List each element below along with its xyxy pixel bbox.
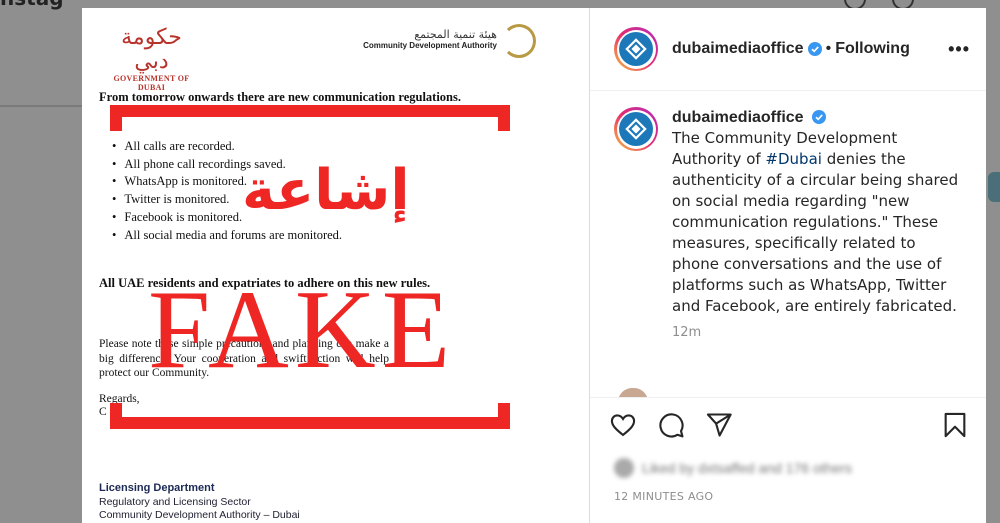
background-page-title: nstag <box>0 0 64 10</box>
document-heading: From tomorrow onwards there are new comm… <box>99 90 461 104</box>
hashtag-link[interactable]: #Dubai <box>765 150 822 168</box>
comments-section: dubaimediaoffice The Community Developme… <box>590 91 986 397</box>
avatar[interactable] <box>614 27 658 71</box>
post-header: dubaimediaoffice • Following ••• <box>590 8 986 91</box>
like-button[interactable] <box>608 410 638 440</box>
list-item: All calls are recorded. <box>112 138 342 156</box>
caption-username[interactable]: dubaimediaoffice <box>672 109 804 126</box>
caption-avatar[interactable] <box>614 107 658 151</box>
government-of-dubai-logo: حكومة دبي GOVERNMENT OF DUBAI <box>104 25 199 93</box>
cda-logo-arabic: هيئة تنمية المجتمع <box>414 28 497 41</box>
dubai-media-office-logo-icon <box>625 38 647 60</box>
share-icon <box>706 412 732 437</box>
document-footer: Licensing Department Regulatory and Lice… <box>99 482 300 523</box>
stamp-arabic-rumor: إشاعة <box>242 158 410 223</box>
footer-authority: Community Development Authority – Dubai <box>99 509 300 521</box>
action-bar <box>590 397 986 451</box>
following-button[interactable]: Following <box>835 40 910 58</box>
post-time-ago[interactable]: 12 MINUTES AGO <box>614 490 713 503</box>
cda-logo-english: Community Development Authority <box>363 41 497 50</box>
caption-body-end: denies the authenticity of a circular be… <box>672 150 959 315</box>
header-separator: • <box>825 40 832 57</box>
stamp-frame-bottom <box>110 403 510 429</box>
likes-text: Liked by dxtsaffed and 176 others <box>642 460 852 476</box>
next-comment-avatar[interactable] <box>618 388 648 397</box>
stamp-frame-top <box>110 105 510 131</box>
comment-icon <box>659 412 684 438</box>
bookmark-icon <box>944 412 966 437</box>
verified-badge-icon <box>807 42 822 56</box>
header-username[interactable]: dubaimediaoffice <box>672 40 804 58</box>
cda-emblem-icon <box>502 24 536 58</box>
caption-timestamp[interactable]: 12m <box>672 325 970 340</box>
verified-badge-icon <box>812 110 827 124</box>
post-modal: حكومة دبي GOVERNMENT OF DUBAI هيئة تنمية… <box>82 8 986 523</box>
background-divider <box>0 105 82 107</box>
footer-department: Licensing Department <box>99 482 215 494</box>
dubai-media-office-logo-icon <box>625 118 647 140</box>
more-options-icon[interactable]: ••• <box>948 39 970 60</box>
gov-logo-arabic: حكومة دبي <box>121 25 182 74</box>
cda-logo: هيئة تنمية المجتمع Community Development… <box>322 28 497 50</box>
save-button[interactable] <box>940 410 970 440</box>
post-image[interactable]: حكومة دبي GOVERNMENT OF DUBAI هيئة تنمية… <box>82 8 590 523</box>
list-item: All social media and forums are monitore… <box>112 227 342 245</box>
footer-sector: Regulatory and Licensing Sector <box>99 495 251 508</box>
circular-document: حكومة دبي GOVERNMENT OF DUBAI هيئة تنمية… <box>82 8 589 523</box>
post-details-panel: dubaimediaoffice • Following ••• dubaime… <box>590 8 986 523</box>
share-button[interactable] <box>704 410 734 440</box>
stamp-fake: FAKE <box>148 268 457 392</box>
caption-text: dubaimediaoffice The Community Developme… <box>672 107 962 317</box>
comment-button[interactable] <box>656 410 686 440</box>
liker-avatar <box>614 458 634 478</box>
background-edge-element <box>988 172 1000 202</box>
heart-icon <box>610 413 636 436</box>
likes-summary[interactable]: Liked by dxtsaffed and 176 others <box>614 458 852 478</box>
caption-row: dubaimediaoffice The Community Developme… <box>614 107 970 317</box>
